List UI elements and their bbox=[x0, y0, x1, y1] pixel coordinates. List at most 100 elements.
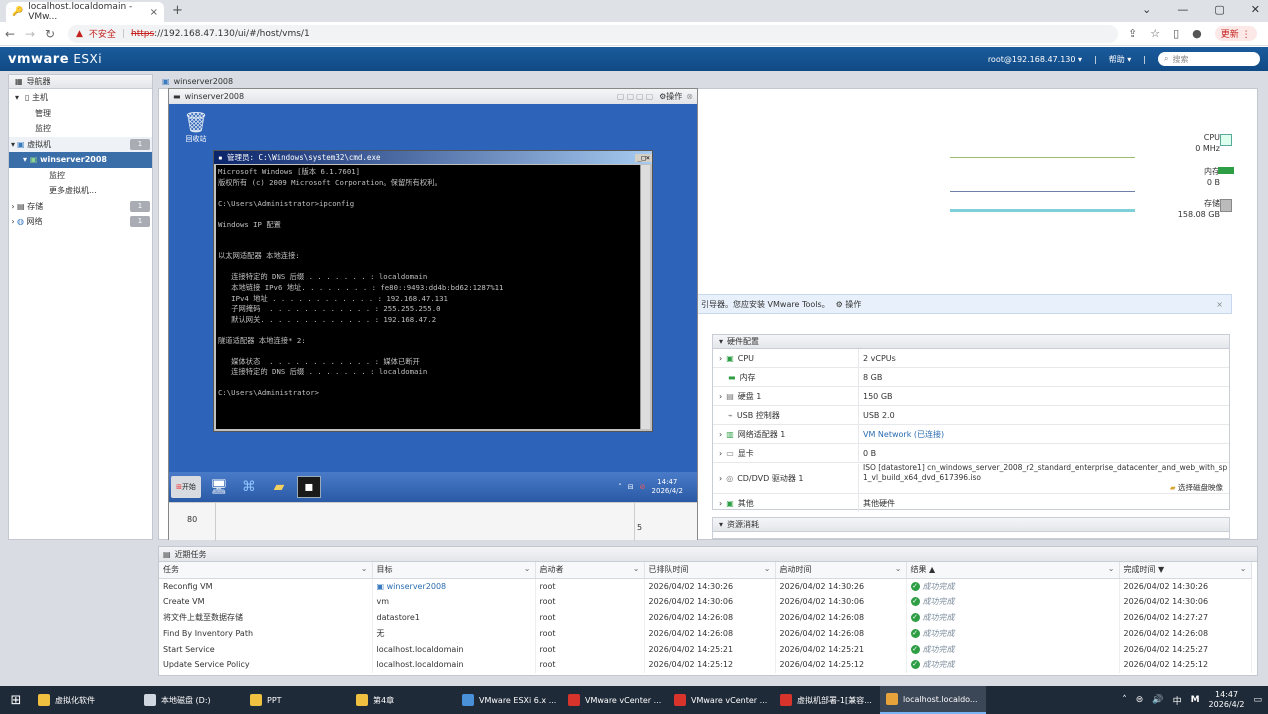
ime-indicator[interactable]: 中 bbox=[1173, 694, 1182, 707]
resource-card-header[interactable]: ▾ 资源消耗 bbox=[713, 518, 1229, 532]
browser-tab-bar: 🔑 localhost.localdomain - VMw... × + ⌄ —… bbox=[0, 0, 1268, 22]
system-clock[interactable]: 14:47 2026/4/2 bbox=[1209, 690, 1245, 710]
task-target-link[interactable]: ▣ winserver2008 bbox=[372, 578, 536, 594]
taskbar-app-button[interactable]: 虚拟机部署-1[兼容... bbox=[774, 686, 880, 714]
browser-tab[interactable]: 🔑 localhost.localdomain - VMw... × bbox=[6, 2, 164, 22]
console-close-icon[interactable]: ⊗ bbox=[686, 92, 693, 101]
cmd-taskbar-icon[interactable]: ▪ bbox=[297, 476, 321, 498]
tray-chevron-icon[interactable]: ˄ bbox=[1122, 695, 1127, 705]
tray-up-icon[interactable]: ˄ bbox=[618, 483, 622, 491]
guest-taskbar: ⊞ 开始 🖥 ⌘ ▰ ▪ ˄ ⊟ ⊘ 14:47 2026/4/2 bbox=[169, 472, 697, 502]
new-tab-icon[interactable]: + bbox=[172, 3, 183, 18]
console-toolbar-icons[interactable]: ▢▢▢▢ bbox=[617, 92, 655, 101]
taskbar-app-button[interactable]: localhost.localdo... bbox=[880, 686, 986, 714]
notification-icon[interactable]: ▭ bbox=[1253, 695, 1262, 705]
expand-icon: › bbox=[719, 391, 723, 401]
task-row[interactable]: Start Service localhost.localdomain root 20… bbox=[159, 641, 1252, 657]
network-tray-icon[interactable]: ⊟ bbox=[628, 483, 634, 491]
resource-consumption-card: ▾ 资源消耗 bbox=[712, 517, 1230, 539]
windows-start-icon[interactable]: ⊞ bbox=[0, 693, 32, 708]
select-disk-image-link[interactable]: ▰ 选择磁盘映像 bbox=[1170, 483, 1223, 492]
nav-vms[interactable]: ▾ ▣ 虚拟机 1 bbox=[9, 136, 152, 152]
nav-network[interactable]: › ◍ 网络 1 bbox=[9, 214, 152, 230]
app-icon bbox=[462, 694, 474, 706]
hw-row-cpu[interactable]: › ▣ CPU 2 vCPUs bbox=[713, 349, 1229, 368]
expand-icon: › bbox=[11, 201, 15, 211]
bookmark-star-icon[interactable]: ☆ bbox=[1150, 27, 1160, 40]
user-menu[interactable]: root@192.168.47.130 ▾ bbox=[988, 55, 1082, 64]
reload-icon[interactable]: ↻ bbox=[40, 27, 60, 41]
task-row[interactable]: 将文件上载至数据存储 datastore1 root 2026/04/02 14:26… bbox=[159, 609, 1252, 626]
expand-icon: › bbox=[719, 353, 723, 363]
cpu-chip-icon bbox=[1220, 134, 1232, 146]
server-manager-icon[interactable]: 🖥 bbox=[207, 476, 231, 498]
url-field[interactable]: ▲ 不安全 | https://192.168.47.130/ui/#/host… bbox=[68, 24, 1118, 43]
hw-row-cdrom[interactable]: › ◎ CD/DVD 驱动器 1 ISO [datastore1] cn_window… bbox=[713, 463, 1229, 494]
search-input[interactable]: ⌕ 搜索 bbox=[1158, 52, 1260, 66]
column-header[interactable]: 已排队时间 ⌄ bbox=[644, 562, 776, 579]
cmd-output[interactable]: Microsoft Windows [版本 6.1.7601] 版权所有 (c)… bbox=[216, 165, 640, 429]
back-icon[interactable]: ← bbox=[0, 27, 20, 41]
console-actions-button[interactable]: ⚙操作 bbox=[659, 91, 682, 102]
cmd-window[interactable]: ▪ 管理员: C:\Windows\system32\cmd.exe _□× M… bbox=[213, 150, 653, 432]
forward-icon[interactable]: → bbox=[20, 27, 40, 41]
column-header[interactable]: 完成时间 ▼ ⌄ bbox=[1119, 562, 1252, 579]
nav-vm-monitor[interactable]: 监控 bbox=[9, 168, 152, 184]
hw-row-disk[interactable]: › ▤ 硬盘 1 150 GB bbox=[713, 387, 1229, 406]
update-button[interactable]: 更新 ⋮ bbox=[1214, 26, 1257, 41]
tab-close-icon[interactable]: × bbox=[150, 7, 158, 18]
hw-row-other[interactable]: › ▣ 其他 其他硬件 bbox=[713, 494, 1229, 512]
chevron-down-icon[interactable]: ⌄ bbox=[1142, 3, 1151, 16]
taskbar-app-button[interactable]: VMware vCenter ... bbox=[562, 686, 668, 714]
share-icon[interactable]: ⇪ bbox=[1128, 27, 1137, 40]
nav-host-manage[interactable]: 管理 bbox=[9, 106, 152, 122]
vm-count-badge: 1 bbox=[130, 138, 150, 150]
guest-start-button[interactable]: ⊞ 开始 bbox=[171, 476, 201, 498]
taskbar-app-button[interactable]: 虚拟化软件 bbox=[32, 686, 138, 714]
hw-row-video[interactable]: › ▭ 显卡 0 B bbox=[713, 444, 1229, 463]
column-header[interactable]: 任务 ⌄ bbox=[159, 562, 373, 579]
hw-row-network[interactable]: › ▥ 网络适配器 1 VM Network (已连接) bbox=[713, 425, 1229, 444]
close-icon[interactable]: ✕ bbox=[1251, 3, 1260, 16]
column-header[interactable]: 启动者 ⌄ bbox=[535, 562, 645, 579]
close-icon[interactable]: × bbox=[1216, 300, 1223, 309]
side-panel-icon[interactable]: ▯ bbox=[1173, 27, 1179, 40]
column-header[interactable]: 目标 ⌄ bbox=[372, 562, 536, 579]
powershell-icon[interactable]: ⌘ bbox=[237, 476, 261, 498]
taskbar-app-button[interactable]: VMware ESXi 6.x ... bbox=[456, 686, 562, 714]
explorer-folder-icon[interactable]: ▰ bbox=[267, 476, 291, 498]
wifi-icon[interactable]: ⊜ bbox=[1136, 695, 1144, 705]
maximize-icon[interactable]: ▢ bbox=[1214, 3, 1224, 16]
column-header[interactable]: 结果 ▲ ⌄ bbox=[906, 562, 1120, 579]
guest-clock: 14:47 2026/4/2 bbox=[651, 478, 683, 495]
task-row[interactable]: Find By Inventory Path 无 root 2026/04/02 14… bbox=[159, 625, 1252, 642]
minimize-icon[interactable]: — bbox=[1177, 3, 1188, 16]
collapse-icon: ▾ bbox=[719, 337, 724, 346]
stop-icon[interactable]: ⊘ bbox=[640, 483, 646, 491]
cmd-scrollbar[interactable] bbox=[640, 165, 650, 429]
hardware-card-header[interactable]: ▾ 硬件配置 bbox=[713, 335, 1229, 349]
taskbar-app-button[interactable]: 本地磁盘 (D:) bbox=[138, 686, 244, 714]
volume-icon[interactable]: 🔊 bbox=[1152, 695, 1163, 705]
vm-icon: ▣ bbox=[162, 77, 170, 86]
recycle-bin[interactable]: 🗑 回收站 bbox=[180, 110, 212, 144]
task-cell: 2026/04/02 14:25:27 bbox=[1119, 641, 1252, 657]
profile-icon[interactable]: ● bbox=[1192, 27, 1202, 40]
nav-more-vms[interactable]: 更多虚拟机... bbox=[9, 183, 152, 199]
taskbar-app-button[interactable]: PPT bbox=[244, 686, 350, 714]
actions-button[interactable]: ⚙ 操作 bbox=[836, 299, 862, 310]
nav-storage[interactable]: › ▤ 存储 1 bbox=[9, 199, 152, 215]
taskbar-app-button[interactable]: VMware vCenter ... bbox=[668, 686, 774, 714]
task-row[interactable]: Reconfig VM ▣ winserver2008 root 2026/04/02… bbox=[159, 578, 1252, 594]
task-row[interactable]: Create VM vm root 2026/04/02 14:30:06 2026/0… bbox=[159, 593, 1252, 610]
column-header[interactable]: 启动时间 ⌄ bbox=[775, 562, 907, 579]
nav-host-monitor[interactable]: 监控 bbox=[9, 121, 152, 137]
cmd-window-buttons[interactable]: _□× bbox=[635, 153, 652, 162]
cmd-titlebar[interactable]: ▪ 管理员: C:\Windows\system32\cmd.exe _□× bbox=[214, 151, 652, 164]
task-row[interactable]: Update Service Policy localhost.localdoma… bbox=[159, 656, 1252, 673]
m-icon[interactable]: M bbox=[1191, 695, 1200, 705]
nav-host[interactable]: ▾ ▯ 主机 bbox=[9, 90, 152, 106]
nav-vm-winserver2008[interactable]: ▾ ▣ winserver2008 bbox=[9, 152, 152, 168]
help-menu[interactable]: 帮助 ▾ bbox=[1109, 54, 1132, 65]
taskbar-app-button[interactable]: 第4章 bbox=[350, 686, 456, 714]
